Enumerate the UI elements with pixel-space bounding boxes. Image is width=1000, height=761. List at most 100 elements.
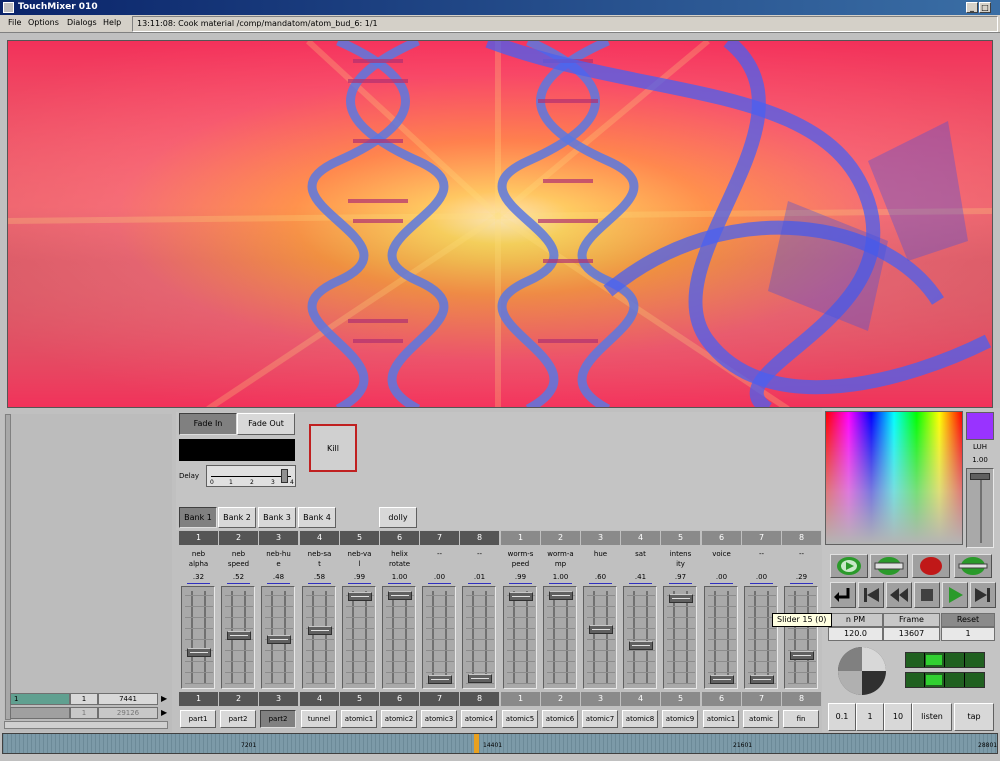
channel-fader[interactable] (543, 586, 577, 689)
channel-preset-button[interactable]: atomic2 (381, 710, 417, 728)
channel-fader[interactable] (503, 586, 537, 689)
fader-knob[interactable] (669, 594, 693, 603)
channel-value[interactable]: .99 (501, 572, 540, 584)
channel-preset-button[interactable]: atomic4 (461, 710, 497, 728)
channel-fader[interactable] (261, 586, 295, 689)
play-loop-button[interactable] (830, 554, 868, 578)
counter-field[interactable]: 1 (10, 693, 70, 705)
channel-preset-button[interactable]: atomic6 (542, 710, 578, 728)
timeline-playhead[interactable] (474, 734, 479, 753)
channel-value[interactable]: 1.00 (380, 572, 419, 584)
reset-value[interactable]: 1 (941, 627, 995, 641)
channel-fader[interactable] (422, 586, 456, 689)
channel-fader[interactable] (221, 586, 255, 689)
fader-knob[interactable] (348, 592, 372, 601)
channel-preset-button[interactable]: atomic1 (703, 710, 739, 728)
menu-options[interactable]: Options (28, 18, 59, 27)
rotary-dial[interactable] (836, 645, 888, 697)
channel-fader[interactable] (744, 586, 778, 689)
channel-value[interactable]: .00 (420, 572, 459, 584)
channel-fader[interactable] (302, 586, 336, 689)
channel-value[interactable]: .99 (340, 572, 379, 584)
kill-button[interactable]: Kill (309, 424, 357, 472)
channel-fader[interactable] (784, 586, 818, 689)
bank-2-button[interactable]: Bank 2 (218, 507, 256, 528)
channel-fader[interactable] (382, 586, 416, 689)
fader-knob[interactable] (629, 641, 653, 650)
fader-knob[interactable] (267, 635, 291, 644)
channel-preset-button[interactable]: atomic8 (622, 710, 658, 728)
luh-slider-knob[interactable] (970, 473, 990, 480)
channel-preset-button[interactable]: tunnel (301, 710, 337, 728)
minimize-button[interactable]: _ (966, 2, 978, 13)
menu-file[interactable]: File (8, 18, 21, 27)
channel-value[interactable]: .52 (219, 572, 258, 584)
menu-help[interactable]: Help (103, 18, 121, 27)
channel-fader[interactable] (663, 586, 697, 689)
maximize-button[interactable]: □ (979, 2, 991, 13)
color-picker[interactable] (825, 411, 963, 545)
tap-button[interactable]: tap (954, 703, 994, 731)
channel-preset-button[interactable]: part2 (260, 710, 296, 728)
channel-preset-button[interactable]: part1 (180, 710, 216, 728)
bank-4-button[interactable]: Bank 4 (298, 507, 336, 528)
fader-knob[interactable] (388, 591, 412, 600)
luh-slider[interactable] (966, 468, 994, 548)
tempo-value[interactable]: 120.0 (828, 627, 883, 641)
return-icon[interactable] (830, 582, 856, 608)
channel-fader[interactable] (181, 586, 215, 689)
left-scroll-strip[interactable] (5, 414, 11, 720)
step-10-button[interactable]: 10 (884, 703, 912, 731)
channel-fader[interactable] (342, 586, 376, 689)
channel-fader[interactable] (462, 586, 496, 689)
step-1-button[interactable]: 1 (856, 703, 884, 731)
play-icon[interactable] (942, 582, 968, 608)
fader-knob[interactable] (790, 651, 814, 660)
play-arrow-icon[interactable]: ▶ (161, 708, 167, 717)
channel-preset-button[interactable]: part2 (220, 710, 256, 728)
channel-fader[interactable] (583, 586, 617, 689)
channel-value[interactable]: .58 (300, 572, 339, 584)
fader-knob[interactable] (308, 626, 332, 635)
render-viewport[interactable] (7, 40, 993, 408)
play-arrow-icon[interactable]: ▶ (161, 694, 167, 703)
fade-out-button[interactable]: Fade Out (237, 413, 295, 435)
channel-fader[interactable] (623, 586, 657, 689)
timeline[interactable]: 7201 14401 21601 28801 (2, 733, 998, 754)
fader-knob[interactable] (468, 674, 492, 683)
channel-fader[interactable] (704, 586, 738, 689)
channel-value[interactable]: .60 (581, 572, 620, 584)
delay-slider-knob[interactable] (281, 469, 288, 483)
fader-knob[interactable] (227, 631, 251, 640)
fader-knob[interactable] (549, 591, 573, 600)
listen-button[interactable]: listen (912, 703, 952, 731)
channel-value[interactable]: .97 (661, 572, 700, 584)
fader-knob[interactable] (750, 675, 774, 684)
channel-value[interactable]: .48 (259, 572, 298, 584)
record-button[interactable] (912, 554, 950, 578)
stop-icon[interactable] (914, 582, 940, 608)
rewind-icon[interactable] (886, 582, 912, 608)
fader-knob[interactable] (187, 648, 211, 657)
channel-preset-button[interactable]: atomic9 (662, 710, 698, 728)
counter-field[interactable] (10, 707, 70, 719)
frame-value[interactable]: 13607 (883, 627, 940, 641)
reset-button[interactable]: Reset (941, 613, 995, 627)
channel-preset-button[interactable]: atomic5 (502, 710, 538, 728)
fader-knob[interactable] (428, 675, 452, 684)
step-0-1-button[interactable]: 0.1 (828, 703, 856, 731)
loop-sync-button[interactable] (954, 554, 992, 578)
loop-bar-button[interactable] (870, 554, 908, 578)
menu-dialogs[interactable]: Dialogs (67, 18, 97, 27)
channel-value[interactable]: .00 (742, 572, 781, 584)
step-forward-icon[interactable] (970, 582, 996, 608)
dolly-button[interactable]: dolly (379, 507, 417, 528)
bank-1-button[interactable]: Bank 1 (179, 507, 217, 528)
channel-value[interactable]: 1.00 (541, 572, 580, 584)
channel-preset-button[interactable]: atomic7 (582, 710, 618, 728)
step-back-icon[interactable] (858, 582, 884, 608)
fader-knob[interactable] (589, 625, 613, 634)
fade-in-button[interactable]: Fade In (179, 413, 237, 435)
channel-value[interactable]: .00 (702, 572, 741, 584)
fader-knob[interactable] (509, 592, 533, 601)
